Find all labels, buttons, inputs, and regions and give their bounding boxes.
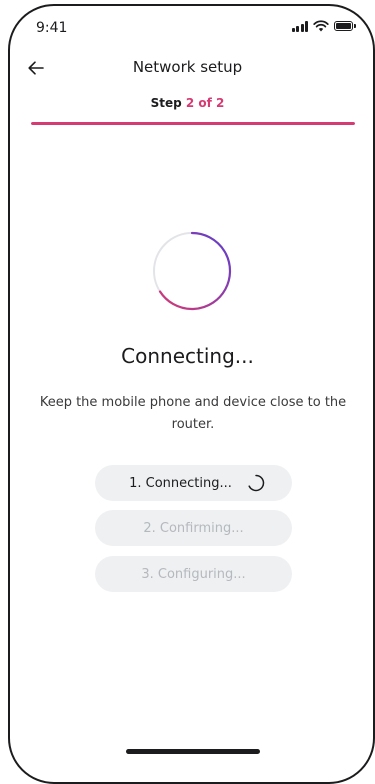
- step-item-confirming: 2. Confirming...: [95, 510, 292, 546]
- step-item-configuring: 3. Configuring...: [95, 556, 292, 592]
- spinner-icon: [248, 474, 265, 492]
- step-label: 2. Confirming...: [143, 520, 244, 536]
- connection-hint: Keep the mobile phone and device close t…: [39, 395, 347, 432]
- wifi-icon: [313, 20, 329, 32]
- step-label: 1. Connecting...: [129, 475, 232, 491]
- page-title: Network setup: [132, 58, 243, 76]
- connecting-heading: Connecting...: [121, 344, 254, 368]
- step-indicator: Step 2 of 2: [0, 96, 375, 110]
- progress-fill: [31, 122, 355, 125]
- step-label: 3. Configuring...: [141, 566, 246, 582]
- phone-screen: 9:41 Network setup Step 2 of 2 Connectin…: [0, 0, 375, 784]
- circular-progress-icon: [153, 231, 232, 311]
- signal-icon: [291, 20, 308, 32]
- status-icons: [291, 20, 356, 32]
- status-time: 9:41: [36, 20, 68, 36]
- home-indicator[interactable]: [126, 749, 260, 754]
- progress-bar: [31, 122, 355, 125]
- step-current: 2 of 2: [185, 96, 225, 110]
- battery-icon: [334, 21, 356, 31]
- step-item-connecting: 1. Connecting...: [95, 465, 292, 501]
- step-prefix: Step: [150, 96, 182, 110]
